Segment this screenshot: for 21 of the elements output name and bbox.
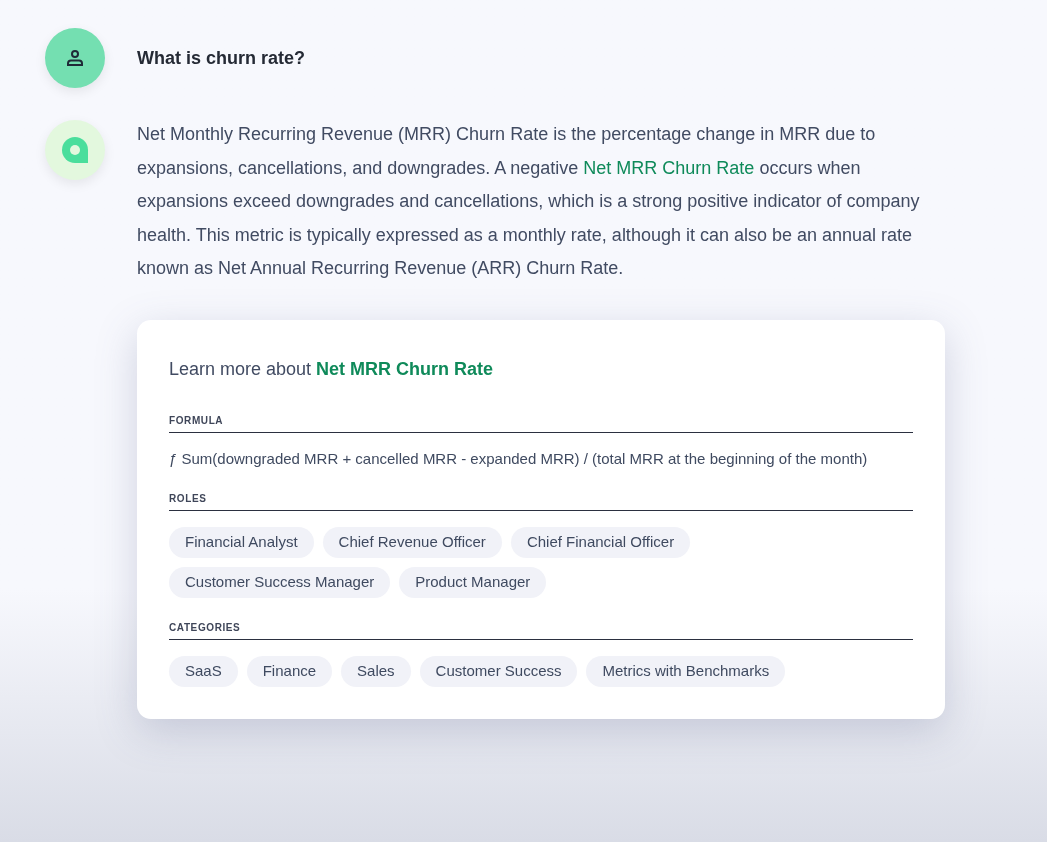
tag-chip[interactable]: Financial Analyst xyxy=(169,526,314,558)
speech-bubble-icon xyxy=(60,135,90,165)
tag-chip[interactable]: Metrics with Benchmarks xyxy=(586,655,786,687)
tag-chip[interactable]: Customer Success Manager xyxy=(169,566,391,598)
question-text: What is churn rate? xyxy=(137,46,306,70)
answer-text: Net Monthly Recurring Revenue (MRR) Churn Rate is the percentage change in MRR due to expansions, cancellations, and downgrades. A negative Net MRR Churn Rate occurs when expansions exceed downgrades and cancellations, which is a strong positive indicator of company health. This metric is typically expressed as a monthly rate, although it can also be an annual rate known as Net Annual Recurring Revenue (ARR) Churn Rate. xyxy=(137,123,921,280)
tag-chip[interactable]: Chief Revenue Officer xyxy=(322,526,502,558)
tag-chip[interactable]: Product Manager xyxy=(399,566,547,598)
section-label: FORMULA xyxy=(169,412,913,433)
tag-chip[interactable]: Sales xyxy=(341,655,411,687)
tag-chip[interactable]: Customer Success xyxy=(419,655,578,687)
metric-link[interactable]: Net MRR Churn Rate xyxy=(583,157,755,178)
section-label: CATEGORIES xyxy=(169,619,913,640)
section-label: ROLES xyxy=(169,490,913,511)
tag-chip[interactable]: SaaS xyxy=(169,655,238,687)
formula-text: ƒ Sum(downgraded MRR + cancelled MRR - expanded MRR) / (total MRR at the beginning of the month) xyxy=(169,448,869,469)
card-heading: Learn more about Net MRR Churn Rate xyxy=(169,357,495,381)
metric-link[interactable]: Net MRR Churn Rate xyxy=(316,358,494,379)
tag-chip[interactable]: Chief Financial Officer xyxy=(510,526,691,558)
tag-chip[interactable]: Finance xyxy=(246,655,333,687)
person-icon xyxy=(65,48,85,68)
